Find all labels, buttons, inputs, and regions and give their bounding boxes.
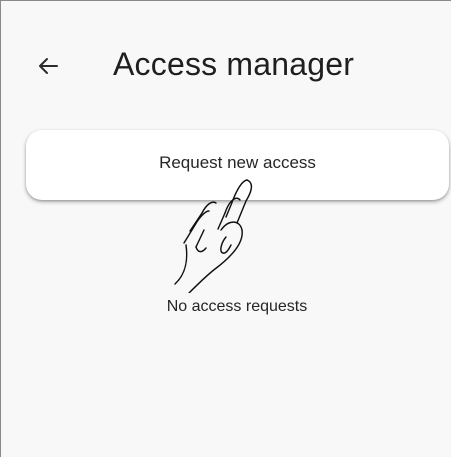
request-new-access-label: Request new access [159, 153, 316, 172]
back-button[interactable] [31, 51, 65, 81]
page-title: Access manager [113, 46, 355, 82]
top-app-bar: Access manager [1, 1, 451, 113]
access-manager-screen: Access manager Request new access No acc… [0, 0, 451, 457]
back-arrow-icon [39, 58, 58, 74]
empty-state-message: No access requests [166, 298, 308, 315]
request-new-access-button[interactable]: Request new access [26, 130, 449, 200]
